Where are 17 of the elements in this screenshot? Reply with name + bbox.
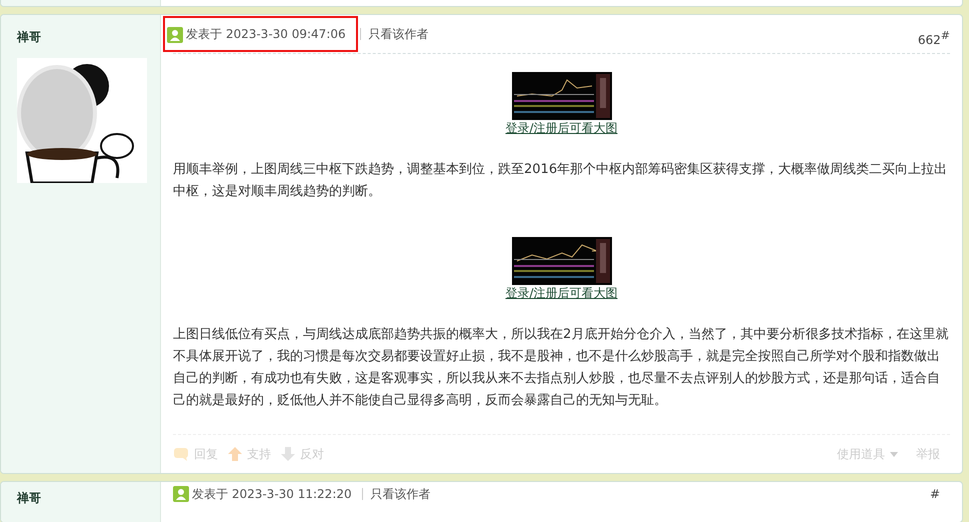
down-arrow-icon: [281, 447, 295, 461]
author-name[interactable]: 禅哥: [17, 29, 160, 46]
post-paragraph: 上图日线低位有买点，与周线达成底部趋势共振的概率大，所以我在2月底开始分仓介入，当然了，其中要分析很多技术指标，在这里就不具体展开说了，我的习惯是每次交易都要设置好止损，我不是股神，也不是什么炒股高手，就是完全按照自己所学对个股和指数做出自己的判断，有成功也有失败，这是客观事实，所以我从来不去指点别人炒股，也尽量不去点评别人的炒股方式，还是那句话，适合自己的就是最好的，贬低他人并不能使自己显得多高明，反而会暴露自己的无知与无耻。: [173, 326, 950, 410]
floor-number: #: [930, 487, 941, 501]
login-link[interactable]: 登录/注册后可看大图: [505, 285, 618, 302]
post-time: 发表于 2023-3-30 09:47:06: [186, 26, 346, 43]
post-paragraph: 用顺丰举例，上图周线三中枢下跌趋势，调整基本到位，跌至2016年那个中枢内部筹码密集区获得支撑，大概率做周线类二买向上拉出中枢，这是对顺丰周线趋势的判断。: [173, 161, 948, 201]
post-time: 发表于 2023-3-30 11:22:20: [192, 486, 352, 502]
up-arrow-icon: [228, 447, 242, 461]
login-link[interactable]: 登录/注册后可看大图: [505, 120, 618, 137]
speech-bubble-icon: [173, 447, 189, 461]
caret-icon: [890, 452, 898, 456]
author-only-link[interactable]: 只看该作者: [368, 26, 429, 42]
user-icon: [167, 26, 183, 42]
user-icon: [173, 486, 189, 502]
author-name[interactable]: 禅哥: [17, 491, 41, 505]
author-only-link[interactable]: 只看该作者: [370, 486, 431, 502]
